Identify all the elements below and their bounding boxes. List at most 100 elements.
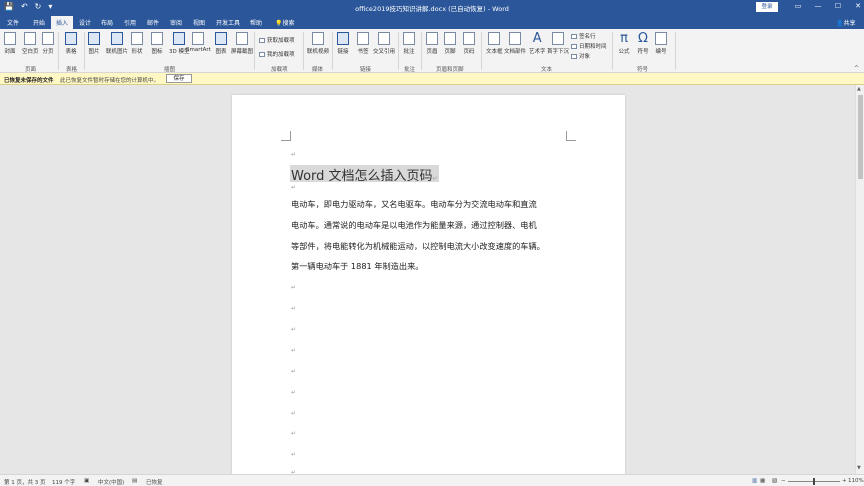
page-number-icon bbox=[463, 32, 475, 45]
number-button[interactable]: 编号 bbox=[655, 32, 667, 55]
group-links: 链接 bbox=[360, 67, 372, 73]
signature-line-button[interactable]: 签名行 bbox=[571, 32, 596, 40]
document-area[interactable]: ↵ Word 文档怎么插入页码↵ ↵ 电动车，即电力驱动车，又名电驱车。电动车分… bbox=[0, 85, 855, 474]
body-text-line[interactable]: 等部件，将电能转化为机械能运动，以控制电流大小改变速度的车辆。 bbox=[291, 240, 545, 252]
group-comments: 批注 bbox=[404, 67, 416, 73]
page-number-label: 页码 bbox=[463, 49, 475, 55]
online-pictures-button[interactable]: 联机图片 bbox=[106, 32, 128, 55]
page-break-button[interactable]: 分页 bbox=[42, 32, 54, 55]
body-text-line[interactable]: 电动车。通常说的电动车是以电池作为能量来源，通过控制器、电机 bbox=[291, 219, 537, 231]
screenshot-icon bbox=[236, 32, 248, 45]
proofing-icon[interactable]: ▣ bbox=[84, 478, 89, 484]
zoom-out-icon[interactable]: − bbox=[781, 478, 786, 484]
icons-button[interactable]: 图标 bbox=[151, 32, 163, 55]
addins-icon bbox=[259, 52, 265, 57]
tab-help[interactable]: 帮助 bbox=[250, 18, 262, 27]
scroll-down-icon[interactable]: ▼ bbox=[857, 465, 861, 471]
get-addins-button[interactable]: 获取加载项 bbox=[259, 36, 295, 44]
tab-layout[interactable]: 布局 bbox=[101, 18, 113, 27]
tab-developer[interactable]: 开发工具 bbox=[216, 18, 240, 27]
ribbon-display-icon[interactable]: ▭ bbox=[788, 2, 808, 10]
tab-file[interactable]: 文件 bbox=[7, 18, 19, 27]
tab-mailings[interactable]: 邮件 bbox=[147, 18, 159, 27]
link-button[interactable]: 链接 bbox=[337, 32, 349, 55]
cross-reference-button[interactable]: 交叉引用 bbox=[373, 32, 395, 55]
smartart-button[interactable]: SmartArt bbox=[186, 32, 211, 53]
maximize-icon[interactable]: ☐ bbox=[828, 2, 848, 10]
shapes-button[interactable]: 形状 bbox=[131, 32, 143, 55]
language[interactable]: 中文(中国) bbox=[98, 478, 124, 486]
macro-icon[interactable]: ▤ bbox=[132, 478, 137, 484]
get-addins-label: 获取加载项 bbox=[267, 38, 295, 44]
smartart-icon bbox=[192, 32, 205, 45]
symbol-button[interactable]: Ω 符号 bbox=[636, 32, 650, 55]
shapes-label: 形状 bbox=[131, 49, 143, 55]
divider bbox=[481, 32, 482, 70]
drop-cap-button[interactable]: 首字下沉 bbox=[547, 32, 569, 55]
cross-reference-label: 交叉引用 bbox=[373, 49, 396, 55]
divider bbox=[398, 32, 399, 70]
body-text-line[interactable]: 电动车，即电力驱动车，又名电驱车。电动车分为交流电动车和直流 bbox=[291, 198, 537, 210]
document-heading[interactable]: Word 文档怎么插入页码↵ bbox=[290, 165, 439, 184]
date-time-button[interactable]: 日期和时间 bbox=[571, 42, 607, 50]
pictures-button[interactable]: 图片 bbox=[88, 32, 100, 55]
tab-insert[interactable]: 插入 bbox=[51, 16, 74, 29]
paragraph-mark: ↵ bbox=[291, 389, 297, 396]
table-label: 表格 bbox=[65, 49, 77, 55]
web-layout-icon[interactable]: ▧ bbox=[772, 478, 777, 484]
blank-page-button[interactable]: 空白页 bbox=[22, 32, 39, 55]
header-icon bbox=[426, 32, 438, 45]
word-count[interactable]: 119 个字 bbox=[52, 478, 75, 486]
login-button[interactable]: 登录 bbox=[756, 2, 778, 12]
tell-me-search[interactable]: 💡搜索 bbox=[275, 18, 295, 27]
page-number-button[interactable]: 页码 bbox=[463, 32, 475, 55]
header-button[interactable]: 页眉 bbox=[426, 32, 438, 55]
footer-button[interactable]: 页脚 bbox=[444, 32, 456, 55]
wordart-button[interactable]: A 艺术字 bbox=[529, 32, 546, 55]
body-text-line[interactable]: 第一辆电动车于 1881 年制造出来。 bbox=[291, 260, 423, 272]
scroll-up-icon[interactable]: ▲ bbox=[857, 86, 861, 92]
blank-page-label: 空白页 bbox=[22, 49, 39, 55]
my-addins-button[interactable]: 我的加载项 bbox=[259, 50, 295, 58]
read-mode-icon[interactable]: ▥ bbox=[752, 478, 757, 484]
tab-review[interactable]: 审阅 bbox=[170, 18, 182, 27]
tab-design[interactable]: 设计 bbox=[79, 18, 91, 27]
cube-icon bbox=[173, 32, 186, 45]
bookmark-button[interactable]: 书签 bbox=[357, 32, 369, 55]
tab-home[interactable]: 开始 bbox=[33, 18, 45, 27]
signature-line-label: 签名行 bbox=[579, 34, 596, 40]
vertical-scrollbar[interactable]: ▲ ▼ bbox=[855, 85, 864, 474]
close-icon[interactable]: ✕ bbox=[848, 2, 864, 10]
group-header-footer: 页眉和页脚 bbox=[436, 67, 464, 73]
comment-button[interactable]: 批注 bbox=[403, 32, 415, 55]
print-layout-icon[interactable]: ▦ bbox=[760, 478, 765, 484]
page-count[interactable]: 第 1 页，共 3 页 bbox=[4, 478, 46, 486]
tab-view[interactable]: 视图 bbox=[193, 18, 205, 27]
screenshot-button[interactable]: 屏幕截图 bbox=[231, 32, 253, 55]
link-icon bbox=[337, 32, 349, 45]
text-box-button[interactable]: 文本框 bbox=[486, 32, 503, 55]
cover-page-button[interactable]: 封面 bbox=[4, 32, 16, 55]
object-button[interactable]: 对象 bbox=[571, 52, 590, 60]
save-button[interactable]: 保存 bbox=[166, 74, 192, 83]
minimize-icon[interactable]: — bbox=[808, 2, 828, 10]
tab-references[interactable]: 引用 bbox=[124, 18, 136, 27]
omega-icon: Ω bbox=[638, 31, 648, 46]
zoom-in-icon[interactable]: + bbox=[842, 478, 847, 484]
smartart-label: SmartArt bbox=[186, 47, 211, 53]
quick-parts-label: 文档部件 bbox=[504, 49, 527, 55]
zoom-slider-thumb[interactable] bbox=[813, 478, 815, 485]
share-button[interactable]: 👤共享 bbox=[836, 18, 856, 27]
store-icon bbox=[259, 38, 265, 43]
chart-button[interactable]: 图表 bbox=[215, 32, 227, 55]
quick-parts-button[interactable]: 文档部件 bbox=[504, 32, 526, 55]
recovery-message: 此已恢复文件暂时存储在您的计算机中。 bbox=[60, 78, 160, 84]
equation-button[interactable]: π 公式 bbox=[617, 32, 631, 55]
collapse-ribbon-icon[interactable]: ^ bbox=[854, 65, 859, 72]
picture-icon bbox=[88, 32, 100, 45]
group-pages: 页面 bbox=[25, 67, 37, 73]
online-video-button[interactable]: 联机视频 bbox=[307, 32, 329, 55]
scrollbar-thumb[interactable] bbox=[858, 95, 863, 179]
table-button[interactable]: 表格 bbox=[65, 32, 77, 55]
zoom-level[interactable]: 110% bbox=[848, 478, 864, 484]
